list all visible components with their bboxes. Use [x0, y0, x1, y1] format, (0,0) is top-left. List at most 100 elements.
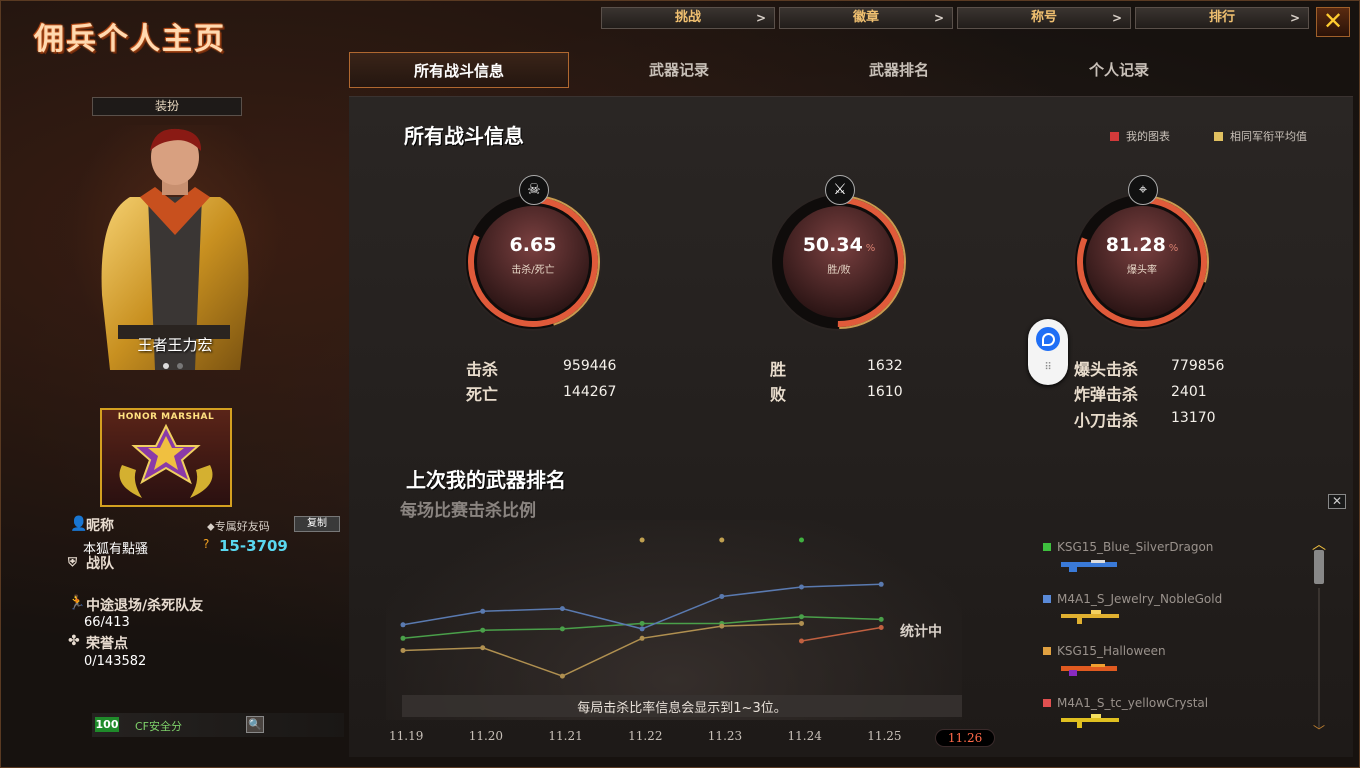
legend-swatch — [1110, 131, 1119, 141]
weapon-list-item[interactable]: KSG15_Blue_SilverDragon — [1043, 540, 1213, 576]
shotgun-icon — [1061, 664, 1117, 676]
close-button[interactable]: ✕ — [1316, 7, 1350, 37]
tab-weapon-record[interactable]: 武器记录 — [569, 52, 789, 88]
weapon-color-swatch — [1043, 647, 1051, 655]
top-menu-badge[interactable]: 徽章 > — [779, 7, 953, 29]
chevron-right-icon: > — [933, 11, 944, 25]
copy-button[interactable]: 复制 — [294, 516, 340, 532]
weapon-color-swatch — [1043, 699, 1051, 707]
tab-bar: 所有战斗信息 武器记录 武器排名 个人记录 — [349, 52, 1229, 88]
scroll-thumb[interactable] — [1314, 550, 1324, 584]
date-tab[interactable]: 11.19 — [389, 729, 423, 743]
security-bar — [92, 713, 344, 737]
scroll-track — [1318, 588, 1320, 728]
gauge-label: 爆头率 — [1127, 265, 1157, 276]
scroll-down-icon[interactable]: ﹀ — [1312, 725, 1326, 737]
weapon-color-swatch — [1043, 543, 1051, 551]
top-menu-title[interactable]: 称号 > — [957, 7, 1131, 29]
weapon-list-item[interactable]: M4A1_S_tc_yellowCrystal — [1043, 696, 1208, 732]
deaths-label: 死亡 — [466, 385, 499, 404]
gauge-win-rate: ⚔ 50.34% 胜/败 — [764, 175, 914, 337]
carousel-dot[interactable] — [177, 363, 183, 369]
search-icon[interactable]: 🔍 — [246, 716, 264, 733]
knife-kills-label: 小刀击杀 — [1074, 411, 1139, 430]
crossed-swords-icon: ⚔ — [825, 175, 855, 205]
kill-ratio-chart-area — [386, 520, 962, 720]
gauge-label: 胜/败 — [827, 265, 851, 276]
weapon-list-item[interactable]: KSG15_Halloween — [1043, 644, 1166, 680]
carousel-dot[interactable] — [163, 363, 169, 369]
assistant-icon[interactable] — [1036, 327, 1060, 351]
weapon-rank-title: 上次我的武器排名 — [406, 468, 566, 492]
deaths-value: 144267 — [563, 384, 617, 400]
date-tab[interactable]: 11.20 — [469, 729, 503, 743]
weapon-list-scrollbar[interactable]: ︿ ﹀ — [1312, 538, 1326, 740]
page-title: 佣兵个人主页 — [34, 22, 226, 57]
legend-rank-average: 相同军衔平均值 — [1214, 128, 1307, 144]
gauge-label: 击杀/死亡 — [511, 265, 555, 276]
tab-personal-record[interactable]: 个人记录 — [1009, 52, 1229, 88]
honor-label: 荣誉点 — [86, 636, 128, 652]
gauge-value: 81.28% — [1105, 234, 1179, 256]
gauge-value: 6.65 — [509, 234, 557, 256]
stat-pending-label: 统计中 — [900, 624, 942, 640]
quit-value: 66/413 — [84, 615, 130, 630]
clover-icon: ✤ — [68, 633, 80, 649]
date-tab[interactable]: 11.23 — [708, 729, 742, 743]
shotgun-icon — [1061, 560, 1117, 572]
tab-all-battle-info[interactable]: 所有战斗信息 — [349, 52, 569, 88]
kills-value: 959446 — [563, 358, 617, 374]
weapon-color-swatch — [1043, 595, 1051, 603]
tag-icon: ⬥ — [207, 520, 215, 533]
chevron-right-icon: > — [755, 11, 766, 25]
weapon-name: M4A1_S_tc_yellowCrystal — [1057, 696, 1209, 710]
floating-assistant-widget[interactable]: ⠿ — [1028, 319, 1068, 385]
dress-up-button[interactable]: 装扮 — [92, 97, 242, 116]
date-tab[interactable]: 11.21 — [548, 729, 582, 743]
tab-weapon-ranking[interactable]: 武器排名 — [789, 52, 1009, 88]
team-icon: ⛨ — [68, 555, 78, 569]
weapon-name: M4A1_S_Jewelry_NobleGold — [1057, 592, 1223, 606]
top-menu: 挑战 > 徽章 > 称号 > 排行 > — [601, 7, 1309, 29]
chevron-right-icon: > — [1111, 11, 1122, 25]
gauge-value: 50.34% — [802, 234, 876, 256]
rifle-icon — [1061, 714, 1119, 728]
rank-badge: HONOR MARSHAL — [100, 408, 232, 507]
weapon-name: KSG15_Halloween — [1057, 644, 1166, 658]
top-menu-ranking[interactable]: 排行 > — [1135, 7, 1309, 29]
scroll-up-icon[interactable]: ︿ — [1312, 538, 1326, 552]
legend-swatch — [1214, 131, 1223, 141]
battle-info-title: 所有战斗信息 — [404, 124, 524, 148]
gauge-headshot-rate: ⌖ 81.28% 爆头率 — [1067, 175, 1217, 337]
legend-my-chart: 我的图表 — [1110, 128, 1170, 144]
bomb-kills-label: 炸弹击杀 — [1074, 385, 1139, 404]
date-tab[interactable]: 11.22 — [628, 729, 662, 743]
date-tab[interactable]: 11.25 — [867, 729, 901, 743]
friend-code-value: 15-3709 — [219, 537, 288, 555]
user-icon: 👤 — [70, 516, 88, 532]
weapon-list-item[interactable]: M4A1_S_Jewelry_NobleGold — [1043, 592, 1222, 628]
security-score: 100 — [95, 717, 119, 732]
nickname-label: 昵称 — [86, 518, 114, 534]
quit-label: 中途退场/杀死队友 — [86, 598, 204, 614]
weapon-rank-subtitle: 每场比赛击杀比例 — [400, 501, 536, 521]
close-icon[interactable]: ✕ — [1328, 494, 1346, 509]
question-icon: ? — [203, 537, 210, 551]
friend-code-label: ⬥专属好友码 — [207, 520, 270, 533]
wins-value: 1632 — [867, 358, 903, 374]
runner-icon: 🏃 — [68, 595, 86, 611]
date-tab-active[interactable]: 11.26 — [934, 729, 996, 747]
date-tab[interactable]: 11.24 — [788, 729, 822, 743]
skull-icon: ☠ — [519, 175, 549, 205]
headshot-kills-label: 爆头击杀 — [1074, 360, 1139, 379]
star-emblem-icon — [119, 423, 213, 498]
gauge-kd: ☠ 6.65 击杀/死亡 — [458, 175, 608, 337]
team-label: 战队 — [86, 556, 114, 572]
drag-handle-icon[interactable]: ⠿ — [1042, 362, 1054, 373]
rifle-icon — [1061, 610, 1119, 624]
top-menu-challenge[interactable]: 挑战 > — [601, 7, 775, 29]
chevron-right-icon: > — [1289, 11, 1300, 25]
wins-label: 胜 — [770, 360, 787, 379]
chart-note: 每局击杀比率信息会显示到1~3位。 — [577, 701, 787, 716]
bomb-kills-value: 2401 — [1171, 384, 1207, 400]
